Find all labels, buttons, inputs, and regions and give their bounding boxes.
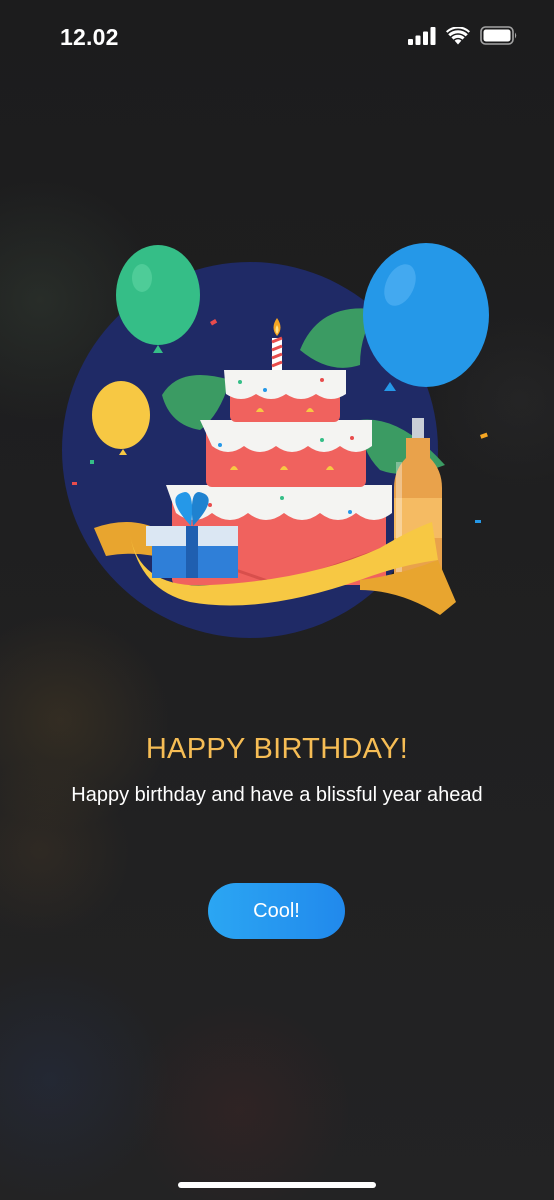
birthday-cake-illustration [62,243,489,638]
status-time: 12.02 [60,24,119,50]
page-subtitle: Happy birthday and have a blissful year … [71,784,483,806]
cake-top-tier [224,370,346,422]
status-icons [408,26,518,45]
cool-button[interactable]: Cool! [208,883,345,939]
wifi-icon [446,26,470,44]
home-indicator[interactable] [178,1182,376,1188]
cake-middle-tier [200,420,372,487]
signal-icon [408,26,436,45]
status-bar: 12.02 [0,0,554,76]
battery-icon [480,26,517,45]
page-title: HAPPY BIRTHDAY! [145,733,409,765]
